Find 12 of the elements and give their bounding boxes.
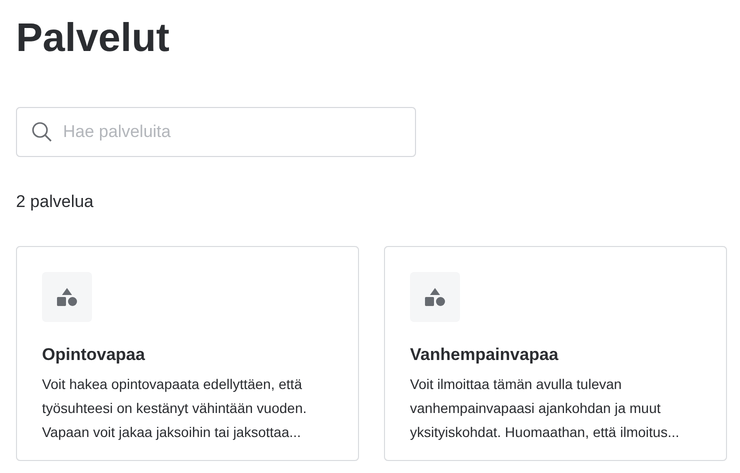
service-title: Opintovapaa [42, 344, 146, 366]
service-description: Voit hakea opintovapaata edellyttäen, että työsuhteesi on kestänyt vähintään vuoden. Vapaan voit jakaa jaksoihin tai jaksottaa... [42, 375, 308, 442]
result-count: 2 palvelua [16, 192, 95, 212]
search-field[interactable]: Hae palveluita [16, 107, 416, 157]
search-icon [31, 121, 53, 143]
service-card[interactable]: Opintovapaa Voit hakea opintovapaata edellyttäen, että työsuhteesi on kestänyt vähintään vuoden. Vapaan voit jakaa jaksoihin tai jaksottaa... [16, 246, 359, 461]
shapes-icon [410, 272, 460, 322]
page-title: Palvelut [16, 15, 170, 62]
shapes-icon [42, 272, 92, 322]
service-description: Voit ilmoittaa tämän avulla tulevan vanhempainvapaasi ajankohdan ja muut yksityiskohdat. Huomaathan, että ilmoitus... [410, 375, 680, 442]
service-card[interactable]: Vanhempainvapaa Voit ilmoittaa tämän avulla tulevan vanhempainvapaasi ajankohdan ja muut yksityiskohdat. Huomaathan, että ilmoitus... [384, 246, 727, 461]
service-title: Vanhempainvapaa [410, 344, 560, 366]
